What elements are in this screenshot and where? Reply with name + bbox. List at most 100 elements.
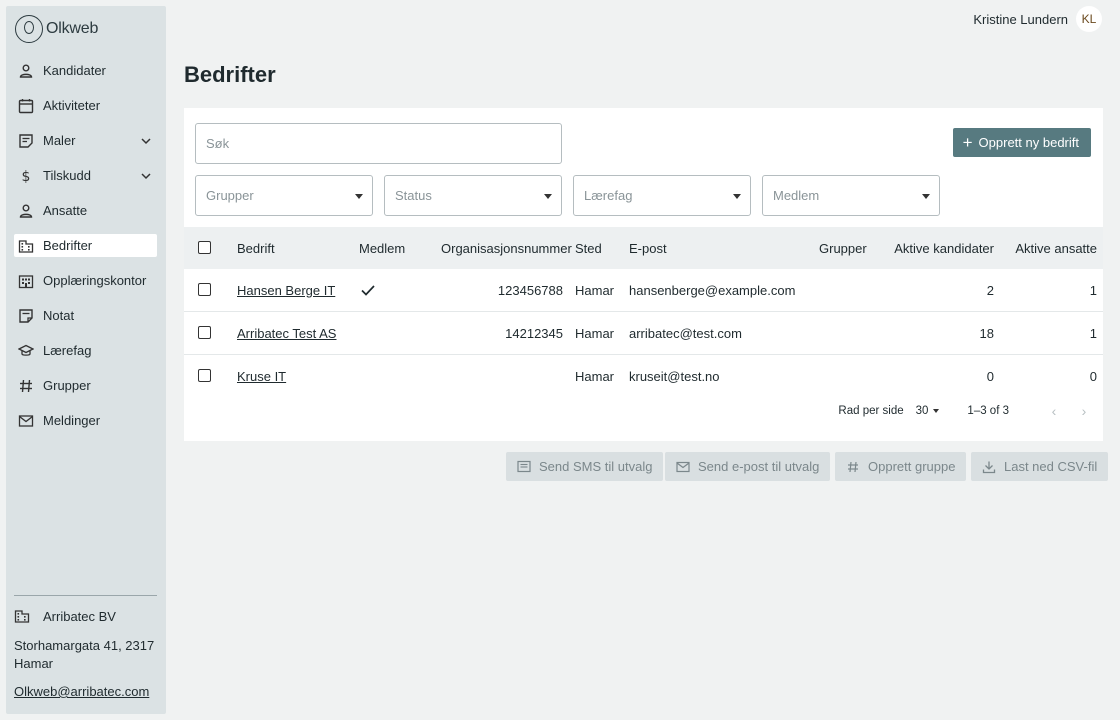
- sidebar-item-bedrifter[interactable]: Bedrifter: [14, 234, 157, 257]
- company-link[interactable]: Hansen Berge IT: [237, 283, 335, 298]
- member-select[interactable]: Medlem: [762, 175, 940, 216]
- download-csv-button[interactable]: Last ned CSV-fil: [971, 452, 1109, 481]
- create-company-button[interactable]: + Opprett ny bedrift: [952, 128, 1091, 157]
- olkweb-logo-icon: [15, 15, 43, 43]
- sidebar-item-kandidater[interactable]: Kandidater: [14, 59, 157, 82]
- select-all-checkbox[interactable]: [198, 241, 211, 254]
- company-link[interactable]: Arribatec Test AS: [237, 326, 336, 341]
- rows-per-page-label: Rad per side: [838, 405, 904, 417]
- org-name: Arribatec BV: [43, 608, 116, 624]
- table-row[interactable]: Arribatec Test AS 14212345 Hamar arribat…: [184, 312, 1103, 355]
- user-menu[interactable]: Kristine Lundern KL: [973, 6, 1102, 32]
- caret-down-icon: [733, 194, 741, 199]
- rows-per-page-value: 30: [915, 405, 929, 417]
- member-check-icon: [360, 269, 376, 311]
- download-icon: [982, 461, 996, 473]
- place-cell: Hamar: [575, 282, 615, 298]
- header-email[interactable]: E-post: [629, 227, 667, 269]
- row-checkbox[interactable]: [198, 326, 211, 339]
- avatar[interactable]: KL: [1076, 6, 1102, 32]
- company-link[interactable]: Kruse IT: [237, 369, 286, 384]
- caret-down-icon: [544, 194, 552, 199]
- header-member[interactable]: Medlem: [359, 227, 405, 269]
- status-select[interactable]: Status: [384, 175, 562, 216]
- sidebar-item-grupper[interactable]: Grupper: [14, 374, 157, 397]
- pagination: Rad per side 30 1–3 of 3 ‹ ›: [838, 404, 1091, 418]
- app-logo[interactable]: Olkweb: [15, 15, 98, 43]
- send-sms-label: Send SMS til utvalg: [539, 459, 653, 474]
- send-sms-button[interactable]: Send SMS til utvalg: [506, 452, 664, 481]
- template-icon: [18, 133, 34, 149]
- header-place[interactable]: Sted: [575, 227, 602, 269]
- caret-down-icon: [922, 194, 930, 199]
- active-employees-cell: 1: [1089, 282, 1097, 298]
- active-employees-cell: 1: [1089, 325, 1097, 341]
- sidebar-item-label: Meldinger: [43, 413, 101, 428]
- table-row[interactable]: Hansen Berge IT 123456788 Hamar hansenbe…: [184, 269, 1103, 312]
- header-orgnr[interactable]: Organisasjonsnummer: [441, 227, 572, 269]
- sidebar-item-ansatte[interactable]: Ansatte: [14, 199, 157, 222]
- org-address: Storhamargata 41, 2317 Hamar: [14, 638, 155, 671]
- place-cell: Hamar: [575, 325, 615, 341]
- sms-icon: [517, 460, 531, 472]
- person-icon: [18, 63, 34, 79]
- sidebar-item-notat[interactable]: Notat: [14, 304, 157, 327]
- sidebar-item-aktiviteter[interactable]: Aktiviteter: [14, 94, 157, 117]
- row-checkbox[interactable]: [198, 283, 211, 296]
- page-title: Bedrifter: [184, 62, 276, 87]
- table-row[interactable]: Kruse IT Hamar kruseit@test.no 0 0: [184, 355, 1103, 398]
- header-company[interactable]: Bedrift: [237, 227, 275, 269]
- send-email-label: Send e-post til utvalg: [698, 459, 820, 474]
- header-active-candidates[interactable]: Aktive kandidater: [884, 227, 994, 269]
- sidebar-item-maler[interactable]: Maler: [14, 129, 157, 152]
- chevron-right-icon[interactable]: ›: [1077, 404, 1091, 418]
- user-name: Kristine Lundern: [973, 11, 1068, 27]
- header-groups[interactable]: Grupper: [819, 227, 867, 269]
- note-icon: [18, 308, 34, 324]
- orgnr-cell: 14212345: [505, 325, 563, 341]
- sidebar-item-laerefag[interactable]: Lærefag: [14, 339, 157, 362]
- dollar-icon: $: [18, 168, 34, 184]
- hash-icon: [848, 461, 858, 472]
- active-candidates-cell: 2: [986, 282, 994, 298]
- sidebar: Olkweb Kandidater Aktiviteter Maler $ Ti…: [6, 6, 166, 714]
- svg-text:$: $: [22, 169, 31, 184]
- active-employees-cell: 0: [1089, 369, 1097, 384]
- sidebar-item-label: Bedrifter: [43, 238, 93, 253]
- chevron-down-icon[interactable]: [139, 169, 153, 183]
- page-range: 1–3 of 3: [967, 405, 1009, 417]
- row-checkbox[interactable]: [198, 369, 211, 382]
- create-group-label: Opprett gruppe: [868, 459, 956, 474]
- select-label: Medlem: [773, 188, 820, 203]
- sidebar-item-meldinger[interactable]: Meldinger: [14, 409, 157, 432]
- create-group-button[interactable]: Opprett gruppe: [835, 452, 967, 481]
- app-name: Olkweb: [46, 20, 99, 37]
- sidebar-item-label: Kandidater: [43, 63, 106, 78]
- sidebar-item-label: Opplæringskontor: [43, 273, 147, 288]
- building-icon: [14, 608, 30, 624]
- school-icon: [18, 343, 34, 359]
- sidebar-item-label: Notat: [43, 308, 75, 323]
- sidebar-item-tilskudd[interactable]: $ Tilskudd: [14, 164, 157, 187]
- search-input[interactable]: Søk: [195, 123, 562, 164]
- org-email-link[interactable]: Olkweb@arribatec.com: [14, 684, 149, 699]
- trade-select[interactable]: Lærefag: [573, 175, 751, 216]
- email-cell: arribatec@test.com: [629, 325, 742, 341]
- header-active-employees[interactable]: Aktive ansatte: [1004, 227, 1097, 269]
- chevron-down-icon[interactable]: [139, 134, 153, 148]
- sidebar-item-opplaeringskontor[interactable]: Opplæringskontor: [14, 269, 157, 292]
- sidebar-divider: [14, 595, 157, 596]
- mail-icon: [18, 413, 34, 429]
- create-company-label: Opprett ny bedrift: [978, 135, 1079, 150]
- send-email-button[interactable]: Send e-post til utvalg: [665, 452, 831, 481]
- building-icon: [18, 238, 34, 254]
- sidebar-item-label: Lærefag: [43, 343, 92, 358]
- table-header: Bedrift Medlem Organisasjonsnummer Sted …: [184, 227, 1103, 269]
- plus-icon: +: [962, 133, 973, 152]
- sidebar-nav: Kandidater Aktiviteter Maler $ Tilskudd: [14, 59, 157, 444]
- hash-icon: [18, 378, 34, 394]
- chevron-left-icon[interactable]: ‹: [1047, 404, 1061, 418]
- groups-select[interactable]: Grupper: [195, 175, 373, 216]
- rows-per-page-select[interactable]: 30: [916, 405, 940, 417]
- download-csv-label: Last ned CSV-fil: [1004, 459, 1098, 474]
